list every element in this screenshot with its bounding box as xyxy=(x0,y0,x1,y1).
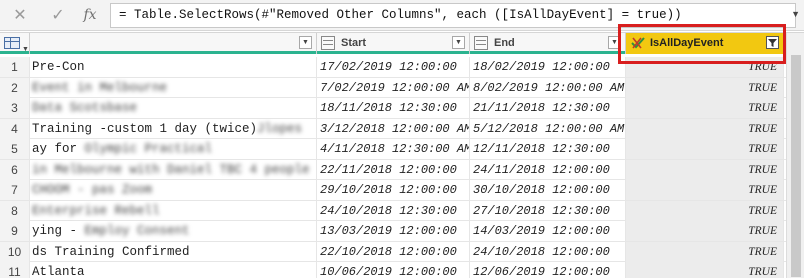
highlight-annotation xyxy=(618,24,786,64)
vertical-scrollbar[interactable] xyxy=(786,33,804,278)
name-cell[interactable]: ds Training Confirmed xyxy=(30,241,317,262)
start-cell[interactable]: 4/11/2018 12:30:00 AM xyxy=(317,139,470,159)
table-row[interactable]: 10 ds Training Confirmed 22/10/2018 12:00:… xyxy=(0,241,804,262)
end-cell[interactable]: 21/11/2018 12:30:00 xyxy=(470,98,626,118)
table-row[interactable]: 9 ying - Employ Consent 13/03/2019 12:00:0… xyxy=(0,221,804,242)
row-number[interactable]: 2 xyxy=(0,77,30,98)
datetime-type-icon[interactable] xyxy=(474,36,488,50)
end-cell[interactable]: 24/11/2018 12:00:00 xyxy=(470,159,626,180)
row-number[interactable]: 7 xyxy=(0,180,30,200)
name-text-visible: Training -custom 1 day (twice) xyxy=(32,121,258,136)
start-cell[interactable]: 22/11/2018 12:00:00 xyxy=(317,159,470,180)
start-cell[interactable]: 7/02/2019 12:00:00 AM xyxy=(317,77,470,98)
table-row[interactable]: 5 ay for Olympic Practical 4/11/2018 12:30… xyxy=(0,139,804,160)
name-text-blurred: Olympic Practical xyxy=(84,142,213,156)
table-row[interactable]: 6 in Melbourne with Daniel TBC 4 people 2… xyxy=(0,159,804,180)
name-text-visible: Atlanta xyxy=(32,265,85,278)
start-cell[interactable]: 10/06/2019 12:00:00 xyxy=(317,262,470,278)
table-icon xyxy=(4,37,20,49)
name-text-blurred: Data Scotsbase xyxy=(32,101,138,115)
isalldayevent-cell[interactable]: TRUE xyxy=(626,241,784,262)
isalldayevent-cell[interactable]: TRUE xyxy=(626,139,784,159)
column-dropdown-button[interactable]: ▼ xyxy=(452,36,465,49)
end-cell[interactable]: 8/02/2019 12:00:00 AM xyxy=(470,77,626,98)
name-text-visible: ds Training Confirmed xyxy=(32,244,190,259)
row-number[interactable]: 6 xyxy=(0,159,30,180)
confirm-icon[interactable]: ✓ xyxy=(46,3,70,27)
end-cell[interactable]: 30/10/2018 12:00:00 xyxy=(470,180,626,200)
end-cell[interactable]: 12/06/2019 12:00:00 xyxy=(470,262,626,278)
row-number[interactable]: 10 xyxy=(0,241,30,262)
name-cell[interactable]: Event in Melbourne xyxy=(30,77,317,98)
table-row[interactable]: 2 Event in Melbourne 7/02/2019 12:00:00 AM… xyxy=(0,77,804,98)
name-text-visible: ay for xyxy=(32,142,85,156)
cancel-icon[interactable]: ✕ xyxy=(8,3,32,27)
column-header-label: Start xyxy=(341,37,367,49)
end-cell[interactable]: 14/03/2019 12:00:00 xyxy=(470,221,626,241)
name-cell[interactable]: Pre-Con xyxy=(30,57,317,77)
isalldayevent-cell[interactable]: TRUE xyxy=(626,159,784,180)
end-cell[interactable]: 5/12/2018 12:00:00 AM xyxy=(470,118,626,139)
name-cell[interactable]: Training -custom 1 day (twice)Jlopes xyxy=(30,118,317,139)
column-header-end[interactable]: End ▼ xyxy=(470,33,626,54)
end-cell[interactable]: 24/10/2018 12:00:00 xyxy=(470,241,626,262)
start-cell[interactable]: 24/10/2018 12:30:00 xyxy=(317,200,470,221)
name-cell[interactable]: in Melbourne with Daniel TBC 4 people xyxy=(30,159,317,180)
table-menu-button[interactable]: ▼ xyxy=(0,33,30,54)
table-row[interactable]: 7 CHOOM - pas Zoom 29/10/2018 12:00:00 30/… xyxy=(0,180,804,201)
scrollbar-thumb[interactable] xyxy=(791,55,801,277)
name-cell[interactable]: ay for Olympic Practical xyxy=(30,139,317,159)
row-number[interactable]: 3 xyxy=(0,98,30,118)
isalldayevent-cell[interactable]: TRUE xyxy=(626,77,784,98)
name-text-blurred: CHOOM - pas Zoom xyxy=(32,183,153,197)
isalldayevent-cell[interactable]: TRUE xyxy=(626,180,784,200)
row-number[interactable]: 8 xyxy=(0,200,30,221)
name-cell[interactable]: Enterprise Rebell xyxy=(30,200,317,221)
name-text-blurred: Jlopes xyxy=(257,121,303,136)
isalldayevent-cell[interactable]: TRUE xyxy=(626,200,784,221)
table-row[interactable]: 4 Training -custom 1 day (twice)Jlopes 3/… xyxy=(0,118,804,139)
name-cell[interactable]: Data Scotsbase xyxy=(30,98,317,118)
row-number[interactable]: 1 xyxy=(0,57,30,77)
end-cell[interactable]: 18/02/2019 12:00:00 xyxy=(470,57,626,77)
name-text-visible: ying - xyxy=(32,224,85,238)
name-cell[interactable]: CHOOM - pas Zoom xyxy=(30,180,317,200)
isalldayevent-cell[interactable]: TRUE xyxy=(626,221,784,241)
start-cell[interactable]: 17/02/2019 12:00:00 xyxy=(317,57,470,77)
fx-icon[interactable]: fx xyxy=(78,3,102,27)
name-text-blurred: in Melbourne with Daniel TBC 4 people xyxy=(32,162,310,177)
start-cell[interactable]: 18/11/2018 12:30:00 xyxy=(317,98,470,118)
start-cell[interactable]: 13/03/2019 12:00:00 xyxy=(317,221,470,241)
column-header-name[interactable]: ▼ xyxy=(30,33,317,54)
start-cell[interactable]: 3/12/2018 12:00:00 AM xyxy=(317,118,470,139)
name-text-blurred: Event in Melbourne xyxy=(32,80,168,95)
column-header-label: End xyxy=(494,37,515,49)
row-number[interactable]: 11 xyxy=(0,262,30,278)
start-cell[interactable]: 22/10/2018 12:00:00 xyxy=(317,241,470,262)
name-text-blurred: Enterprise Rebell xyxy=(32,203,160,218)
isalldayevent-cell[interactable]: TRUE xyxy=(626,262,784,278)
datetime-type-icon[interactable] xyxy=(321,36,335,50)
expand-formula-icon[interactable]: ▼ xyxy=(791,9,800,19)
column-dropdown-button[interactable]: ▼ xyxy=(299,36,312,49)
start-cell[interactable]: 29/10/2018 12:00:00 xyxy=(317,180,470,200)
row-number[interactable]: 5 xyxy=(0,139,30,159)
name-text-blurred: Employ Consent xyxy=(84,224,190,238)
name-cell[interactable]: ying - Employ Consent xyxy=(30,221,317,241)
data-grid: ▼ ▼ Start ▼ End ▼ IsAllDayEvent 1 Pre-Co… xyxy=(0,32,804,278)
column-header-start[interactable]: Start ▼ xyxy=(317,33,470,54)
end-cell[interactable]: 12/11/2018 12:30:00 xyxy=(470,139,626,159)
name-cell[interactable]: Atlanta xyxy=(30,262,317,278)
isalldayevent-cell[interactable]: TRUE xyxy=(626,118,784,139)
table-row[interactable]: 3 Data Scotsbase 18/11/2018 12:30:00 21/11/… xyxy=(0,98,804,119)
end-cell[interactable]: 27/10/2018 12:30:00 xyxy=(470,200,626,221)
row-number[interactable]: 9 xyxy=(0,221,30,241)
name-text-visible: Pre-Con xyxy=(32,60,85,74)
table-row[interactable]: 11 Atlanta 10/06/2019 12:00:00 12/06/2019 1… xyxy=(0,262,804,278)
table-row[interactable]: 8 Enterprise Rebell 24/10/2018 12:30:00 27/… xyxy=(0,200,804,221)
row-number[interactable]: 4 xyxy=(0,118,30,139)
isalldayevent-cell[interactable]: TRUE xyxy=(626,98,784,118)
